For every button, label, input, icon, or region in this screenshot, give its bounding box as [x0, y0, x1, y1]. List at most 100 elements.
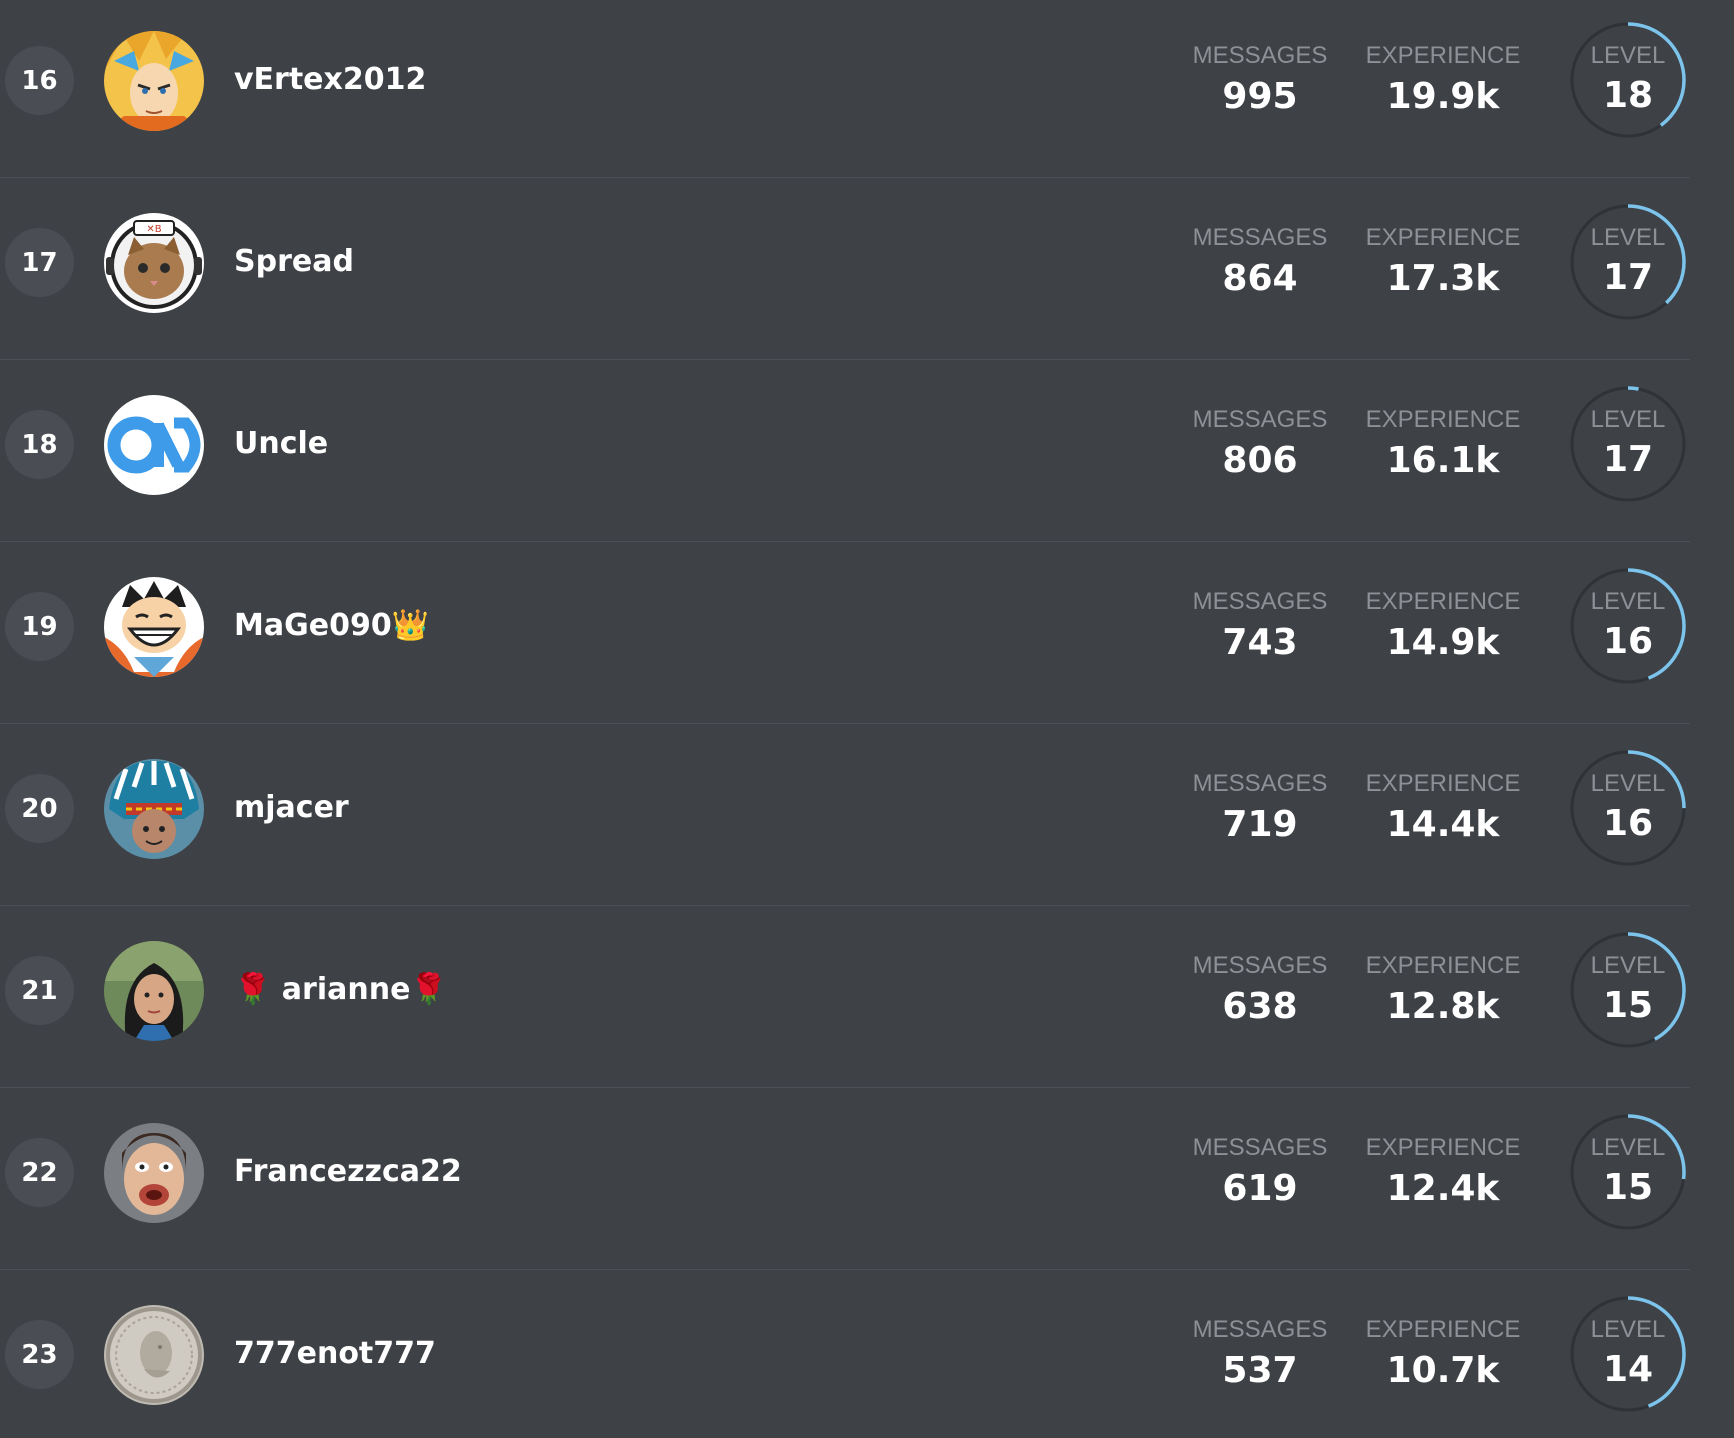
level-ring: LEVEL 14 — [1567, 1293, 1689, 1415]
grinning-pirate-avatar[interactable] — [104, 577, 204, 677]
headdress-portrait-avatar[interactable] — [104, 759, 204, 859]
leaderboard-row[interactable]: 23 777enot777 MESSAGES 537 EXPERIENCE 10.7k LE… — [0, 1270, 1690, 1438]
messages-label: MESSAGES — [1192, 770, 1328, 797]
experience-stat: EXPERIENCE 14.4k — [1353, 770, 1533, 845]
leaderboard-row[interactable]: 17 ✕B Spread MESSAGES 864 EXPERIENCE 17.3k LEVE… — [0, 178, 1690, 360]
experience-label: EXPERIENCE — [1365, 1134, 1521, 1161]
level-label: LEVEL — [1590, 224, 1666, 251]
username[interactable]: 🌹 arianne🌹 — [234, 972, 448, 1007]
messages-label: MESSAGES — [1192, 406, 1328, 433]
rank-badge: 23 — [5, 1320, 74, 1389]
experience-stat: EXPERIENCE 12.8k — [1353, 952, 1533, 1027]
messages-value: 743 — [1222, 622, 1298, 663]
experience-value: 10.7k — [1386, 1350, 1500, 1391]
level-ring: LEVEL 18 — [1567, 19, 1689, 141]
rank-badge: 17 — [5, 228, 74, 297]
level-label: LEVEL — [1590, 588, 1666, 615]
rank-badge: 18 — [5, 410, 74, 479]
level-ring: LEVEL 17 — [1567, 383, 1689, 505]
messages-value: 806 — [1222, 440, 1298, 481]
experience-stat: EXPERIENCE 10.7k — [1353, 1316, 1533, 1391]
level-label: LEVEL — [1590, 770, 1666, 797]
rank-badge: 16 — [5, 46, 74, 115]
experience-value: 12.8k — [1386, 986, 1500, 1027]
experience-stat: EXPERIENCE 17.3k — [1353, 224, 1533, 299]
leaderboard: 16 vErtex2012 MESSAGES 995 EXPERIENCE 19.9k LE… — [0, 0, 1734, 1438]
messages-label: MESSAGES — [1192, 952, 1328, 979]
experience-label: EXPERIENCE — [1365, 42, 1521, 69]
level-label: LEVEL — [1590, 1134, 1666, 1161]
rank-badge: 22 — [5, 1138, 74, 1207]
experience-stat: EXPERIENCE 14.9k — [1353, 588, 1533, 663]
messages-label: MESSAGES — [1192, 224, 1328, 251]
experience-value: 16.1k — [1386, 440, 1500, 481]
messages-value: 638 — [1222, 986, 1298, 1027]
messages-stat: MESSAGES 619 — [1170, 1134, 1350, 1209]
messages-value: 537 — [1222, 1350, 1298, 1391]
experience-value: 14.4k — [1386, 804, 1500, 845]
level-value: 16 — [1602, 803, 1654, 844]
level-ring: LEVEL 15 — [1567, 929, 1689, 1051]
level-label: LEVEL — [1590, 1316, 1666, 1343]
messages-value: 619 — [1222, 1168, 1298, 1209]
messages-stat: MESSAGES 995 — [1170, 42, 1350, 117]
anime-fighter-avatar[interactable] — [104, 31, 204, 131]
leaderboard-row[interactable]: 21 🌹 arianne🌹 MESSAGES 638 EXPERIENCE 12.8k LE… — [0, 906, 1690, 1088]
astronaut-cat-avatar[interactable]: ✕B — [104, 213, 204, 313]
experience-stat: EXPERIENCE 12.4k — [1353, 1134, 1533, 1209]
level-value: 17 — [1602, 257, 1654, 298]
level-ring: LEVEL 16 — [1567, 747, 1689, 869]
messages-stat: MESSAGES 743 — [1170, 588, 1350, 663]
dnd-logo-avatar[interactable] — [104, 395, 204, 495]
experience-label: EXPERIENCE — [1365, 224, 1521, 251]
leaderboard-row[interactable]: 16 vErtex2012 MESSAGES 995 EXPERIENCE 19.9k LE… — [0, 0, 1690, 178]
username[interactable]: Francezzca22 — [234, 1154, 462, 1189]
leaderboard-row[interactable]: 22 Francezzca22 MESSAGES 619 EXPERIENCE 12.4k… — [0, 1088, 1690, 1270]
leaderboard-row[interactable]: 19 MaGe090👑 MESSAGES 743 EXPERIENCE 14.9k LEVE… — [0, 542, 1690, 724]
messages-value: 719 — [1222, 804, 1298, 845]
experience-label: EXPERIENCE — [1365, 406, 1521, 433]
messages-stat: MESSAGES 864 — [1170, 224, 1350, 299]
messages-stat: MESSAGES 806 — [1170, 406, 1350, 481]
messages-stat: MESSAGES 719 — [1170, 770, 1350, 845]
messages-value: 995 — [1222, 76, 1298, 117]
level-label: LEVEL — [1590, 42, 1666, 69]
svg-text:✕B: ✕B — [146, 224, 161, 235]
messages-stat: MESSAGES 537 — [1170, 1316, 1350, 1391]
messages-value: 864 — [1222, 258, 1298, 299]
experience-value: 17.3k — [1386, 258, 1500, 299]
level-label: LEVEL — [1590, 952, 1666, 979]
level-value: 15 — [1602, 985, 1654, 1026]
level-value: 18 — [1602, 75, 1654, 116]
rank-badge: 20 — [5, 774, 74, 843]
messages-label: MESSAGES — [1192, 1316, 1328, 1343]
leaderboard-row[interactable]: 18 Uncle MESSAGES 806 EXPERIENCE 16.1k LEVEL 17 — [0, 360, 1690, 542]
experience-stat: EXPERIENCE 16.1k — [1353, 406, 1533, 481]
rank-badge: 21 — [5, 956, 74, 1025]
level-ring: LEVEL 17 — [1567, 201, 1689, 323]
silver-coin-avatar[interactable] — [104, 1305, 204, 1405]
level-ring: LEVEL 15 — [1567, 1111, 1689, 1233]
leaderboard-row[interactable]: 20 mjacer MESSAGES 719 EXPERIENCE 14.4k LEVEL 1… — [0, 724, 1690, 906]
username[interactable]: mjacer — [234, 790, 349, 825]
level-value: 14 — [1602, 1349, 1654, 1390]
username[interactable]: 777enot777 — [234, 1336, 436, 1371]
username[interactable]: vErtex2012 — [234, 62, 426, 97]
level-value: 16 — [1602, 621, 1654, 662]
experience-stat: EXPERIENCE 19.9k — [1353, 42, 1533, 117]
funny-face-avatar[interactable] — [104, 1123, 204, 1223]
messages-label: MESSAGES — [1192, 588, 1328, 615]
messages-label: MESSAGES — [1192, 42, 1328, 69]
woman-portrait-avatar[interactable] — [104, 941, 204, 1041]
level-value: 15 — [1602, 1167, 1654, 1208]
messages-label: MESSAGES — [1192, 1134, 1328, 1161]
username[interactable]: Uncle — [234, 426, 328, 461]
experience-value: 14.9k — [1386, 622, 1500, 663]
rank-badge: 19 — [5, 592, 74, 661]
experience-label: EXPERIENCE — [1365, 1316, 1521, 1343]
username[interactable]: MaGe090👑 — [234, 608, 429, 643]
experience-value: 19.9k — [1386, 76, 1500, 117]
username[interactable]: Spread — [234, 244, 354, 279]
experience-label: EXPERIENCE — [1365, 770, 1521, 797]
experience-value: 12.4k — [1386, 1168, 1500, 1209]
